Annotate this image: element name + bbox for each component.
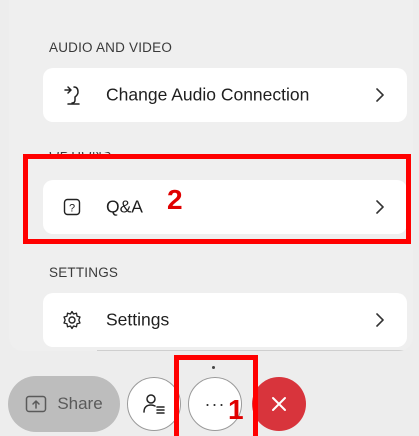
step-2-callout: 2 bbox=[167, 184, 183, 215]
participants-button[interactable] bbox=[127, 377, 181, 431]
chevron-right-icon bbox=[376, 200, 384, 214]
change-audio-connection-label: Change Audio Connection bbox=[106, 84, 310, 105]
share-label: Share bbox=[57, 394, 103, 413]
section-label-options: OPTIONS bbox=[49, 152, 112, 160]
share-screen-icon bbox=[25, 395, 47, 413]
more-options-panel: AUDIO AND VIDEO Change Audio Connection … bbox=[9, 0, 413, 351]
share-button[interactable]: Share bbox=[8, 376, 120, 432]
qa-button[interactable]: ? Q&A bbox=[43, 180, 407, 234]
section-label-settings: SETTINGS bbox=[49, 265, 119, 280]
audio-connection-icon bbox=[61, 84, 83, 106]
qa-label: Q&A bbox=[106, 196, 143, 217]
step-1-callout: 1 bbox=[228, 394, 244, 425]
gear-icon bbox=[61, 309, 83, 331]
divider bbox=[97, 350, 413, 351]
end-call-button[interactable] bbox=[252, 377, 306, 431]
close-icon bbox=[270, 395, 288, 413]
section-label-audio-video: AUDIO AND VIDEO bbox=[49, 40, 173, 55]
chevron-right-icon bbox=[376, 88, 384, 102]
settings-label: Settings bbox=[106, 309, 170, 330]
more-icon: ··· bbox=[204, 393, 226, 414]
active-indicator-dot bbox=[212, 366, 215, 369]
settings-button[interactable]: Settings bbox=[43, 293, 407, 347]
svg-text:?: ? bbox=[69, 203, 75, 215]
chevron-right-icon bbox=[376, 313, 384, 327]
question-box-icon: ? bbox=[61, 196, 83, 218]
participants-icon bbox=[141, 392, 167, 416]
change-audio-connection-button[interactable]: Change Audio Connection bbox=[43, 68, 407, 122]
